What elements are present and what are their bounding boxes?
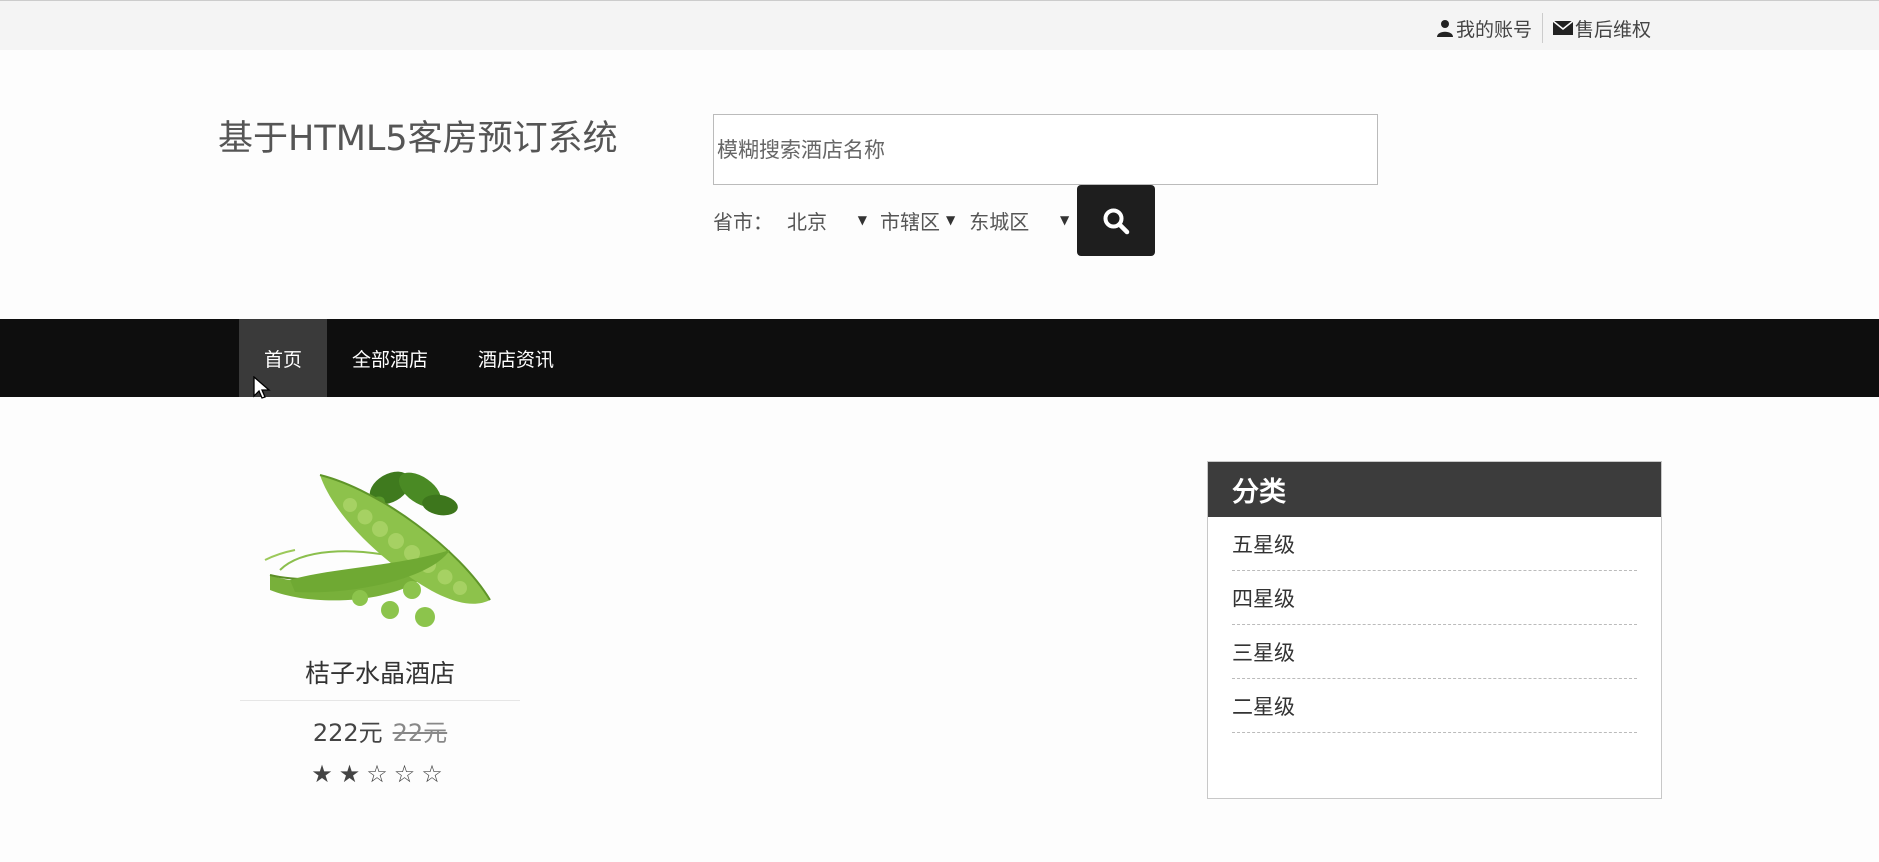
category-item-four-star[interactable]: 四星级 (1232, 571, 1637, 625)
search-button[interactable] (1077, 185, 1155, 256)
mouse-cursor-icon (253, 376, 271, 399)
area-select[interactable]: 东城区 ▼ (969, 206, 1069, 235)
envelope-icon (1552, 20, 1573, 35)
hotel-price: 222元 22元 (240, 713, 520, 748)
after-sales-label: 售后维权 (1574, 18, 1651, 41)
after-sales-link[interactable]: 售后维权 (1552, 15, 1651, 42)
chevron-down-icon: ▼ (1060, 213, 1070, 227)
area-value: 东城区 (969, 209, 1030, 234)
top-divider (1541, 13, 1543, 43)
chevron-down-icon: ▼ (857, 213, 867, 227)
hotel-image[interactable] (240, 450, 520, 640)
site-title[interactable]: 基于HTML5客房预订系统 (218, 110, 618, 161)
peas-image (264, 471, 491, 627)
search-icon (1103, 208, 1130, 234)
nav-all-hotels[interactable]: 全部酒店 (327, 319, 453, 397)
main-nav: 首页 全部酒店 酒店资讯 (0, 319, 1879, 397)
original-price: 22元 (392, 719, 448, 747)
star-rating: ★★☆☆☆ (311, 760, 449, 788)
current-price: 222元 (312, 719, 383, 747)
category-title: 分类 (1208, 462, 1661, 517)
category-panel: 分类 五星级 四星级 三星级 二星级 (1207, 461, 1662, 799)
hotel-search-input[interactable] (713, 114, 1378, 185)
district-value: 市辖区 (880, 209, 940, 234)
my-account-link[interactable]: 我的账号 (1436, 15, 1532, 42)
chevron-down-icon: ▼ (946, 213, 956, 227)
user-icon (1436, 20, 1453, 37)
category-item-five-star[interactable]: 五星级 (1232, 517, 1637, 571)
hotel-card[interactable]: 桔子水晶酒店 222元 22元 ★★☆☆☆ (240, 450, 520, 788)
province-label: 省市： (713, 209, 773, 234)
category-item-two-star[interactable]: 二星级 (1232, 679, 1637, 733)
my-account-label: 我的账号 (1455, 18, 1532, 41)
card-divider (240, 700, 520, 701)
top-links: 我的账号 售后维权 (1436, 13, 1651, 43)
top-bar: 我的账号 售后维权 (0, 0, 1879, 50)
location-filter: 省市： 北京 ▼ 市辖区 ▼ 东城区 ▼ (713, 205, 1069, 235)
nav-hotel-news[interactable]: 酒店资讯 (453, 319, 579, 397)
province-select[interactable]: 北京 ▼ (787, 206, 867, 235)
province-value: 北京 (787, 209, 827, 234)
hotel-name[interactable]: 桔子水晶酒店 (240, 654, 520, 690)
category-item-three-star[interactable]: 三星级 (1232, 625, 1637, 679)
district-select[interactable]: 市辖区 ▼ (880, 206, 955, 235)
